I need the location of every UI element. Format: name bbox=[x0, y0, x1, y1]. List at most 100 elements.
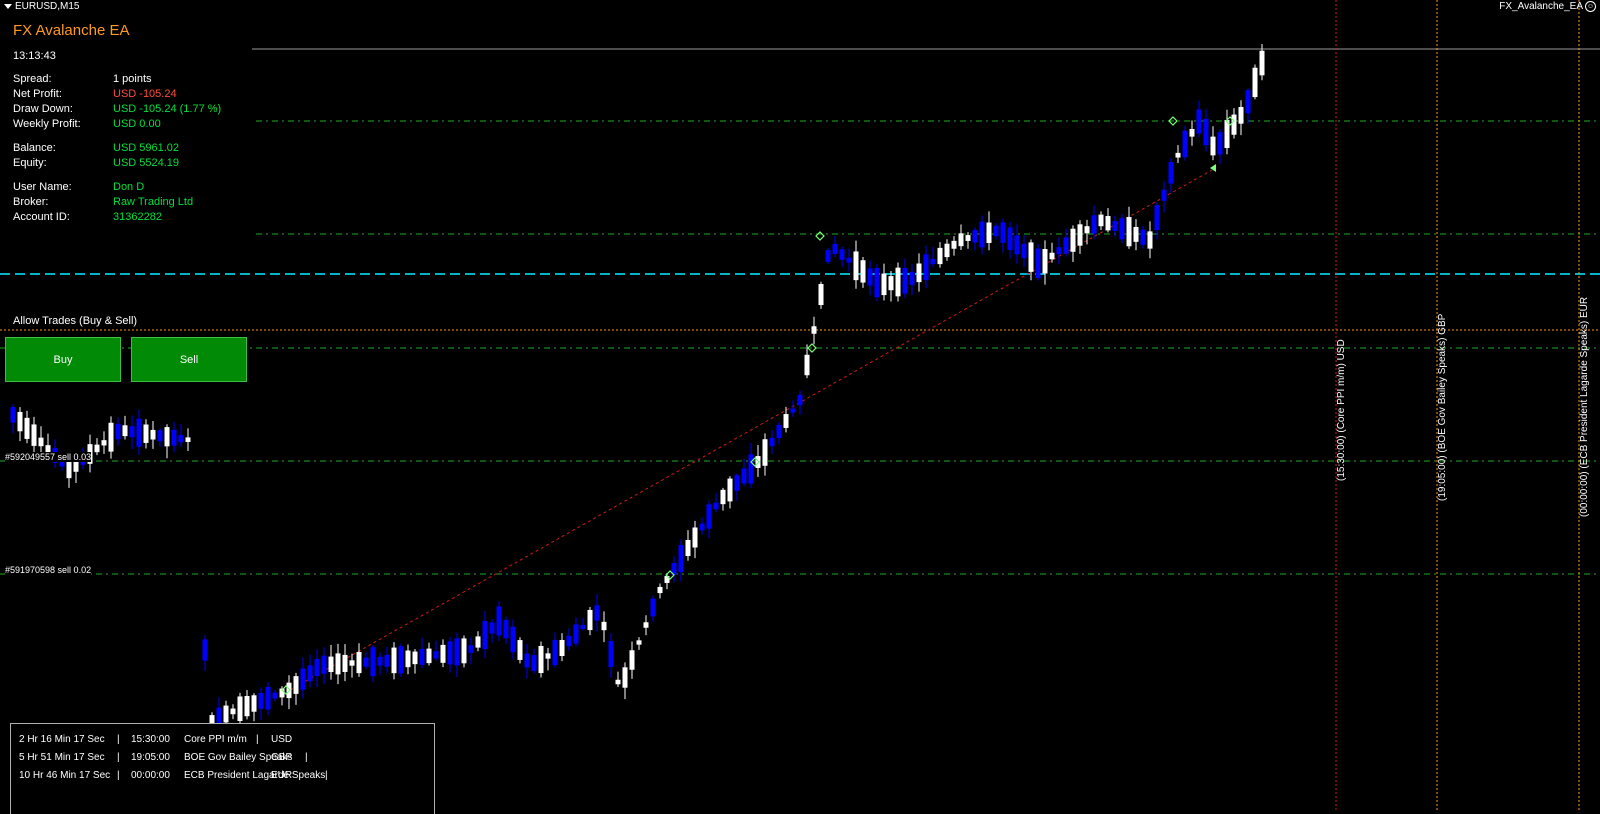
candle-body bbox=[157, 430, 163, 442]
candle-body bbox=[377, 656, 383, 666]
candle-body bbox=[531, 655, 537, 671]
candle-body bbox=[1000, 222, 1006, 243]
event-label-eur: (00:00:00) (ECB President Lagarde Speaks… bbox=[1579, 296, 1590, 517]
candle-body bbox=[769, 437, 775, 447]
news-separator: | bbox=[305, 752, 308, 763]
candle-body bbox=[986, 222, 992, 243]
candle-body bbox=[622, 667, 628, 688]
ea-title: FX Avalanche EA bbox=[13, 22, 130, 39]
candle-body bbox=[412, 651, 418, 665]
candle-body bbox=[594, 605, 600, 621]
candle-body bbox=[839, 249, 845, 260]
candle-body bbox=[510, 626, 516, 653]
candle-body bbox=[608, 640, 614, 668]
candle-body bbox=[517, 640, 523, 660]
candle-body bbox=[846, 257, 852, 263]
candle-body bbox=[482, 621, 488, 649]
candle-body bbox=[136, 418, 142, 447]
candle-body bbox=[1014, 235, 1020, 255]
candle-body bbox=[293, 676, 299, 694]
candle-body bbox=[972, 229, 978, 243]
dropdown-triangle-icon[interactable] bbox=[4, 3, 12, 9]
row-value: USD 5524.19 bbox=[113, 157, 180, 169]
row-value: USD 5961.02 bbox=[113, 142, 180, 154]
candle-body bbox=[692, 527, 698, 548]
candle-body bbox=[951, 240, 957, 249]
candle-body bbox=[1161, 189, 1167, 201]
candle-body bbox=[748, 454, 754, 484]
candle-body bbox=[129, 426, 135, 438]
candle-body bbox=[230, 708, 236, 715]
row-value: USD 0.00 bbox=[113, 118, 161, 130]
candle-body bbox=[1245, 90, 1251, 114]
row-value: USD -105.24 (1.77 %) bbox=[113, 103, 222, 115]
candle-body bbox=[66, 459, 72, 479]
row-label: User Name: bbox=[13, 181, 72, 193]
candle-body bbox=[538, 645, 544, 674]
candle-body bbox=[503, 619, 509, 639]
candle-body bbox=[993, 225, 999, 237]
candle-body bbox=[314, 659, 320, 676]
order-label-1[interactable]: #592049557 sell 0.03 bbox=[5, 452, 92, 462]
candle-body bbox=[1119, 218, 1125, 240]
candle-body bbox=[122, 425, 128, 437]
symbol-timeframe-label[interactable]: EURUSD,M15 bbox=[4, 1, 79, 12]
candle-body bbox=[398, 646, 404, 674]
ea-info-panel: FX Avalanche EA 13:13:43 Spread: 1 points… bbox=[0, 14, 252, 236]
candle-body bbox=[405, 650, 411, 668]
candle-body bbox=[1042, 249, 1048, 274]
candle-body bbox=[258, 693, 264, 709]
candle-body bbox=[356, 651, 362, 674]
candle-body bbox=[1112, 221, 1118, 231]
candle-body bbox=[300, 668, 306, 690]
candle-body bbox=[783, 414, 789, 428]
news-separator: | bbox=[325, 770, 328, 781]
symbol-text: EURUSD,M15 bbox=[15, 1, 80, 12]
news-separator: | bbox=[117, 752, 120, 763]
candle-body bbox=[1105, 216, 1111, 231]
row-value: Raw Trading Ltd bbox=[113, 196, 194, 208]
candle-body bbox=[734, 475, 740, 491]
news-event: ECB President Lagarde Speaks bbox=[184, 770, 326, 781]
candle-body bbox=[307, 665, 313, 682]
ea-name-label: FX_Avalanche_EA ☺ bbox=[1499, 1, 1596, 12]
candle-body bbox=[958, 233, 964, 247]
candle-body bbox=[601, 621, 607, 631]
candle-body bbox=[874, 268, 880, 298]
candle-body bbox=[17, 411, 23, 432]
candle-body bbox=[965, 235, 971, 241]
candle-body bbox=[713, 502, 719, 510]
candle-body bbox=[1056, 247, 1062, 255]
candle-body bbox=[24, 417, 30, 439]
candle-body bbox=[909, 271, 915, 285]
candle-body bbox=[447, 641, 453, 665]
smiley-icon: ☺ bbox=[1585, 1, 1596, 12]
order-label-2[interactable]: #591970598 sell 0.02 bbox=[5, 565, 92, 575]
sell-button[interactable]: Sell bbox=[131, 337, 247, 382]
news-separator: | bbox=[256, 734, 259, 745]
buy-button[interactable]: Buy bbox=[5, 337, 121, 382]
candle-body bbox=[930, 259, 936, 265]
row-label: Weekly Profit: bbox=[13, 118, 81, 130]
candle-body bbox=[1168, 162, 1174, 184]
candle-body bbox=[178, 435, 184, 443]
candle-body bbox=[727, 478, 733, 502]
candle-body bbox=[171, 429, 177, 446]
candle-body bbox=[706, 504, 712, 529]
candle-body bbox=[38, 437, 44, 447]
candle-body bbox=[94, 444, 100, 453]
candle-body bbox=[1140, 229, 1146, 245]
candle-body bbox=[776, 425, 782, 438]
candle-body bbox=[244, 696, 250, 717]
candle-body bbox=[1084, 226, 1090, 234]
candle-body bbox=[461, 638, 467, 664]
candle-body bbox=[699, 523, 705, 531]
candle-body bbox=[629, 650, 635, 670]
row-label: Spread: bbox=[13, 73, 52, 85]
candle-body bbox=[545, 653, 551, 659]
candle-body bbox=[832, 244, 838, 254]
trade-marker bbox=[815, 231, 825, 241]
candle-body bbox=[321, 655, 327, 674]
candle-body bbox=[559, 639, 565, 657]
candle-body bbox=[790, 408, 796, 413]
